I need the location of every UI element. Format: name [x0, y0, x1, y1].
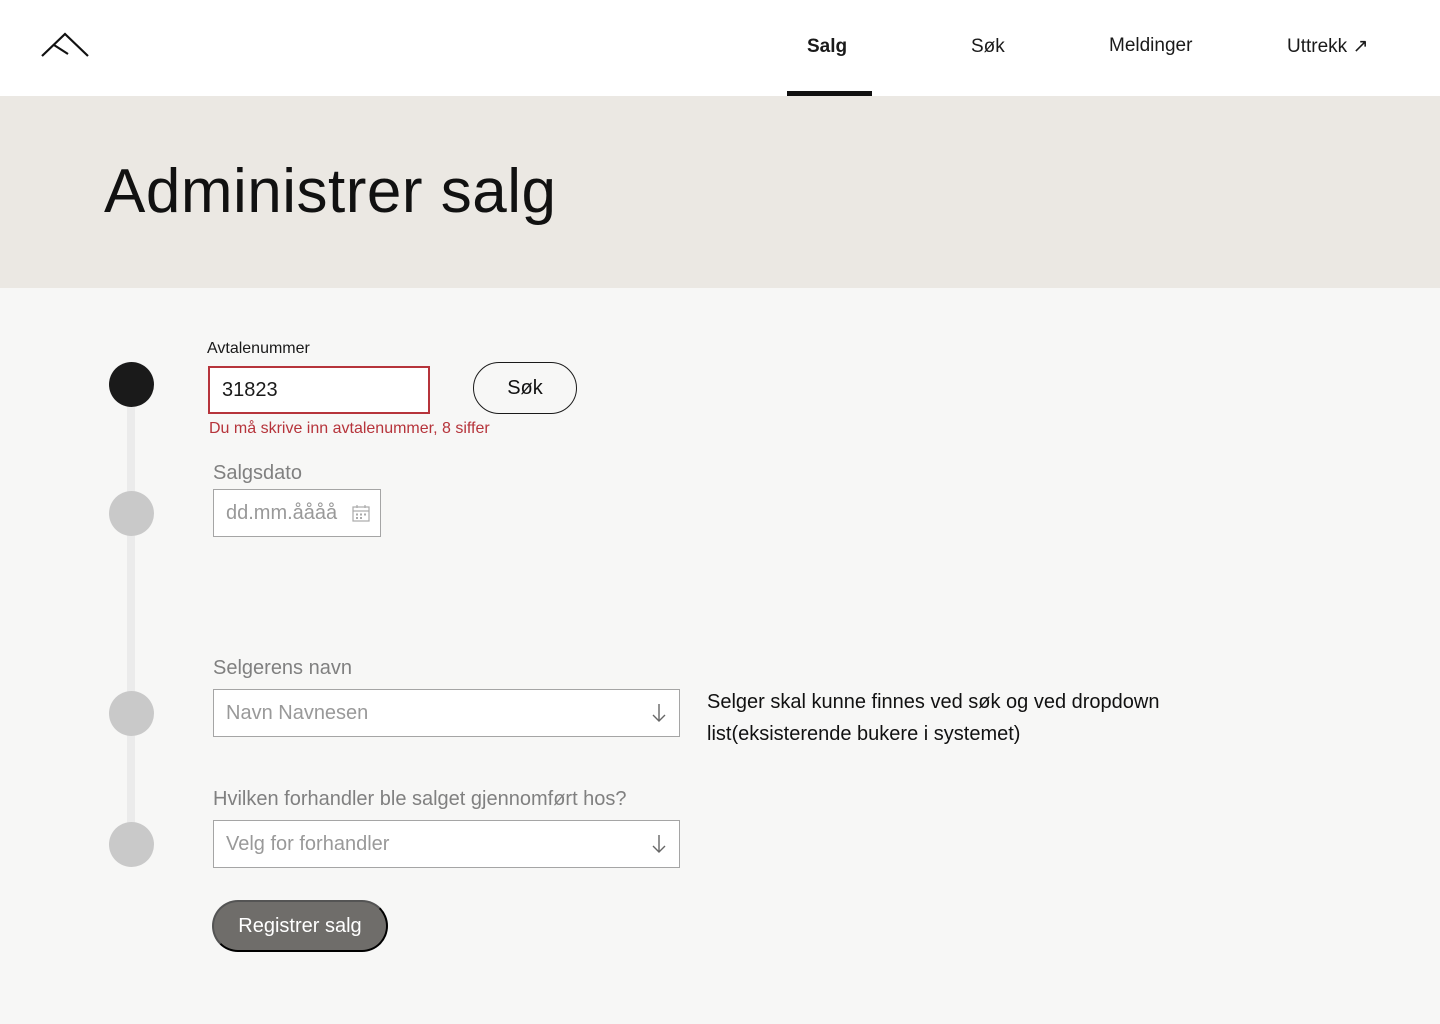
calendar-icon[interactable] [352, 504, 370, 522]
agreement-label: Avtalenummer [207, 340, 310, 357]
dealer-label: Hvilken forhandler ble salget gjennomfør… [213, 788, 627, 810]
step-indicator-date [109, 491, 154, 536]
nav-item-uttrekk[interactable]: Uttrekk ↗ [1287, 35, 1368, 58]
agreement-error-message: Du må skrive inn avtalenummer, 8 siffer [209, 420, 490, 437]
sale-date-label: Salgsdato [213, 462, 302, 484]
step-indicator-dealer [109, 822, 154, 867]
step-indicator-seller [109, 691, 154, 736]
arrow-down-icon [652, 835, 666, 853]
step-indicator-agreement [109, 362, 154, 407]
nav-item-sok[interactable]: Søk [971, 36, 1005, 58]
sale-date-placeholder: dd.mm.åååå [226, 501, 338, 524]
nav-item-meldinger[interactable]: Meldinger [1109, 35, 1192, 57]
seller-name-select[interactable]: Navn Navnesen [213, 689, 680, 737]
progress-rail [127, 400, 135, 840]
dealer-placeholder: Velg for forhandler [226, 832, 390, 855]
dealer-select[interactable]: Velg for forhandler [213, 820, 680, 868]
register-sale-button[interactable]: Registrer salg [212, 900, 388, 952]
roof-logo-icon[interactable] [40, 30, 90, 60]
seller-name-placeholder: Navn Navnesen [226, 701, 369, 724]
nav-item-salg[interactable]: Salg [807, 36, 847, 58]
page-title: Administrer salg [104, 157, 557, 226]
page-header: Administrer salg [0, 96, 1440, 288]
arrow-down-icon [652, 704, 666, 722]
agreement-number-input[interactable]: 31823 [208, 366, 430, 414]
top-navigation: Salg Søk Meldinger Uttrekk ↗ [0, 0, 1440, 96]
sale-date-input[interactable]: dd.mm.åååå [213, 489, 381, 537]
agreement-number-value: 31823 [222, 378, 278, 401]
seller-name-label: Selgerens navn [213, 657, 352, 679]
seller-annotation-note: Selger skal kunne finnes ved søk og ved … [707, 691, 1160, 745]
search-button[interactable]: Søk [473, 362, 577, 414]
